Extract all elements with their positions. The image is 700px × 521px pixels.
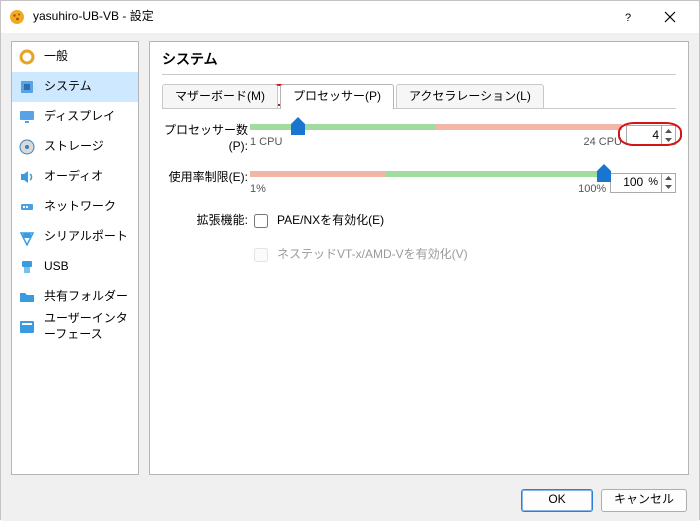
cpu-slider-min: 1 CPU xyxy=(250,135,282,149)
nav-item-display[interactable]: ディスプレイ xyxy=(12,102,138,132)
nav-item-label: オーディオ xyxy=(44,169,103,185)
ui-icon xyxy=(18,318,36,336)
close-button[interactable] xyxy=(649,2,691,32)
nav-item-shared[interactable]: 共有フォルダー xyxy=(12,282,138,312)
row-exec-cap: 使用率制限(E): 1% xyxy=(162,168,676,196)
nav-item-general[interactable]: 一般 xyxy=(12,42,138,72)
app-icon xyxy=(9,9,25,25)
cpu-spin-up[interactable] xyxy=(662,126,675,135)
ok-button[interactable]: OK xyxy=(521,489,593,512)
nav-item-label: 一般 xyxy=(44,49,68,65)
monitor-icon xyxy=(18,108,36,126)
exec-cap-slider[interactable] xyxy=(250,168,606,180)
disk-icon xyxy=(18,138,36,156)
extensions-label: 拡張機能: xyxy=(162,211,250,229)
pae-nx-checkbox[interactable] xyxy=(254,214,268,228)
nav-item-storage[interactable]: ストレージ xyxy=(12,132,138,162)
cpu-count-spinbox[interactable] xyxy=(626,125,676,145)
cancel-button[interactable]: キャンセル xyxy=(601,489,687,512)
exec-cap-label: 使用率制限(E): xyxy=(162,168,250,186)
exec-cap-unit: % xyxy=(645,175,661,189)
cpu-count-slider[interactable] xyxy=(250,121,622,133)
window-titlebar: yasuhiro-UB-VB - 設定 ? xyxy=(1,1,699,33)
tab-processor[interactable]: プロセッサー(P) xyxy=(280,84,394,110)
dialog-button-row: OK キャンセル xyxy=(1,479,699,521)
pae-nx-checkbox-row[interactable]: PAE/NXを有効化(E) xyxy=(250,211,384,231)
nested-vt-label: ネステッドVT-x/AMD-Vを有効化(V) xyxy=(277,247,468,263)
nav-item-label: シリアルポート xyxy=(44,229,128,245)
window-title: yasuhiro-UB-VB - 設定 xyxy=(33,9,607,25)
exec-slider-min: 1% xyxy=(250,182,266,196)
nested-vt-checkbox-row: ネステッドVT-x/AMD-Vを有効化(V) xyxy=(250,245,468,265)
tab-bar: マザーボード(M) プロセッサー(P) アクセラレーション(L) xyxy=(162,83,676,109)
folder-icon xyxy=(18,288,36,306)
nav-item-label: ディスプレイ xyxy=(44,109,115,125)
pae-nx-label: PAE/NXを有効化(E) xyxy=(277,213,384,229)
usb-icon xyxy=(18,258,36,276)
exec-cap-spinbox[interactable]: % xyxy=(610,173,676,193)
network-icon xyxy=(18,198,36,216)
row-cpu-count: プロセッサー数(P): 1 CPU xyxy=(162,121,676,154)
nav-item-network[interactable]: ネットワーク xyxy=(12,192,138,222)
exec-cap-slider-thumb[interactable] xyxy=(597,164,611,182)
tab-motherboard[interactable]: マザーボード(M) xyxy=(162,84,278,109)
help-button[interactable]: ? xyxy=(607,2,649,32)
svg-text:?: ? xyxy=(625,12,631,23)
processor-form: プロセッサー数(P): 1 CPU xyxy=(162,121,676,286)
panel-title: システム xyxy=(162,50,676,75)
chip-icon xyxy=(18,78,36,96)
dialog-client: 一般 システム ディスプレイ ストレージ オーディオ ネットワーク xyxy=(1,33,699,521)
settings-panel: システム マザーボード(M) プロセッサー(P) アクセラレーション(L) プロ… xyxy=(149,41,689,475)
gear-icon xyxy=(18,48,36,66)
nav-item-serial[interactable]: シリアルポート xyxy=(12,222,138,252)
nav-item-audio[interactable]: オーディオ xyxy=(12,162,138,192)
exec-slider-max: 100% xyxy=(578,182,606,196)
nav-item-label: ネットワーク xyxy=(44,199,116,215)
row-extensions: 拡張機能: PAE/NXを有効化(E) ネステッドVT-x/AMD-Vを有効化(… xyxy=(162,211,676,273)
nav-item-label: USB xyxy=(44,259,69,275)
serial-icon xyxy=(18,228,36,246)
cpu-count-slider-thumb[interactable] xyxy=(291,117,305,135)
nav-item-ui[interactable]: ユーザーインターフェース xyxy=(12,312,138,342)
cpu-slider-max: 24 CPU xyxy=(583,135,622,149)
exec-spin-up[interactable] xyxy=(662,174,675,183)
cpu-spin-down[interactable] xyxy=(662,135,675,144)
tab-acceleration[interactable]: アクセラレーション(L) xyxy=(396,84,544,109)
nav-item-label: ユーザーインターフェース xyxy=(44,311,132,342)
cpu-count-label: プロセッサー数(P): xyxy=(162,121,250,154)
nested-vt-checkbox xyxy=(254,248,268,262)
nav-item-usb[interactable]: USB xyxy=(12,252,138,282)
exec-spin-down[interactable] xyxy=(662,183,675,192)
nav-item-label: ストレージ xyxy=(44,139,104,155)
nav-item-label: システム xyxy=(44,79,92,95)
exec-cap-input[interactable] xyxy=(611,175,645,191)
category-list: 一般 システム ディスプレイ ストレージ オーディオ ネットワーク xyxy=(11,41,139,475)
nav-item-label: 共有フォルダー xyxy=(44,289,128,305)
nav-item-system[interactable]: システム xyxy=(12,72,138,102)
cpu-count-input[interactable] xyxy=(627,128,661,144)
speaker-icon xyxy=(18,168,36,186)
